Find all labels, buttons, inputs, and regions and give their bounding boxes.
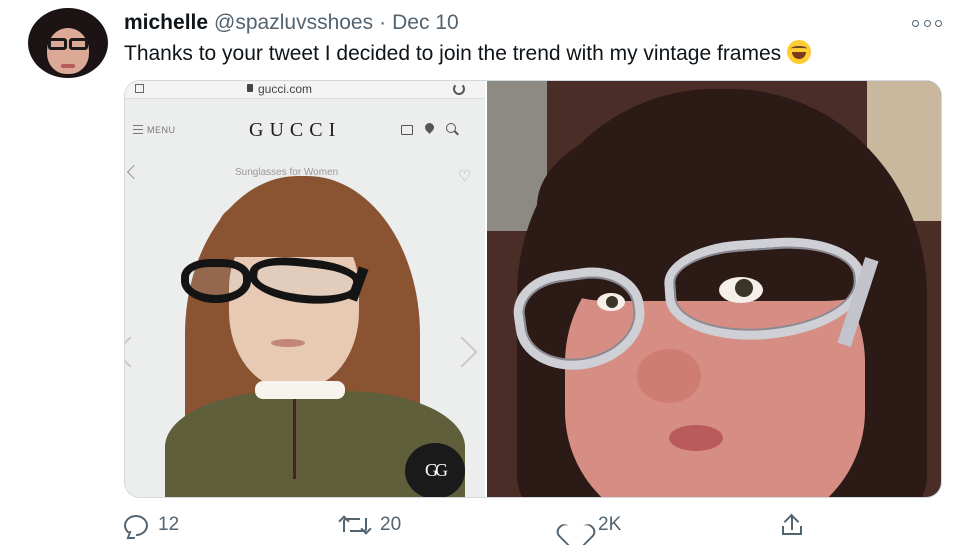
- like-button[interactable]: 2K: [562, 510, 621, 540]
- menu-label: MENU: [147, 125, 176, 135]
- tabs-icon: [135, 84, 144, 93]
- tweet-date[interactable]: Dec 10: [392, 11, 459, 35]
- more-dot-1: [912, 19, 919, 27]
- more-dot-3: [935, 19, 942, 27]
- share-button[interactable]: [780, 510, 804, 540]
- chevron-left-icon: [125, 336, 146, 368]
- reply-count: 12: [158, 514, 180, 535]
- tweet[interactable]: michelle @spazluvsshoes · Dec 10 Thanks …: [0, 0, 970, 545]
- author-handle[interactable]: @spazluvsshoes: [214, 11, 373, 35]
- heart-icon: ♡: [458, 168, 472, 185]
- share-icon: [780, 513, 804, 537]
- url-text: gucci.com: [258, 82, 313, 96]
- gg-badge-text: GG: [425, 460, 448, 480]
- gg-badge: GG: [405, 443, 465, 497]
- selfie-nose: [637, 349, 701, 403]
- retweet-icon: [338, 514, 372, 536]
- author-name[interactable]: michelle: [124, 11, 208, 35]
- tweet-actions: 12 20 2K: [124, 510, 942, 540]
- chevron-right-icon: [446, 336, 478, 368]
- model-glasses-left-lens: [181, 259, 251, 303]
- retweet-button[interactable]: 20: [338, 510, 402, 540]
- more-dot-2: [923, 19, 931, 27]
- avatar-mouth: [61, 64, 75, 68]
- model-bangs: [219, 193, 369, 257]
- model-collar: [255, 381, 345, 399]
- selfie-lips: [669, 425, 723, 451]
- model-bow: [293, 399, 296, 479]
- avatar-glasses-left: [48, 38, 67, 50]
- tweet-text-container: Thanks to your tweet I decided to join t…: [124, 40, 812, 66]
- tweet-media[interactable]: gucci.com MENU GUCCI Sunglasses for Wome…: [124, 80, 942, 498]
- reply-icon: [124, 514, 148, 536]
- selfie-image[interactable]: [485, 81, 941, 497]
- retweet-count: 20: [380, 514, 402, 535]
- tweet-text: Thanks to your tweet I decided to join t…: [124, 42, 782, 65]
- reload-icon: [453, 83, 465, 95]
- more-options-icon[interactable]: [912, 18, 942, 28]
- tweet-header: michelle @spazluvsshoes · Dec 10: [124, 10, 459, 36]
- menu-icon: [133, 125, 143, 134]
- search-icon: [446, 123, 456, 133]
- gucci-screenshot-image[interactable]: gucci.com MENU GUCCI Sunglasses for Wome…: [125, 81, 485, 497]
- like-count: 2K: [598, 514, 622, 535]
- lock-icon: [247, 84, 253, 92]
- reply-button[interactable]: 12: [124, 510, 179, 540]
- back-icon: [126, 164, 142, 180]
- gucci-header: MENU GUCCI: [125, 109, 485, 149]
- model-lips: [271, 339, 305, 347]
- header-separator: ·: [379, 11, 387, 34]
- avatar-glasses-right: [69, 38, 88, 50]
- brand-logo: GUCCI: [249, 119, 342, 141]
- browser-url-bar: gucci.com: [125, 81, 485, 99]
- avatar[interactable]: [28, 8, 108, 78]
- location-pin-icon: [423, 121, 436, 134]
- bag-icon: [401, 125, 413, 135]
- heart-like-icon: [562, 514, 588, 536]
- rolling-laughing-emoji-icon: [787, 40, 812, 64]
